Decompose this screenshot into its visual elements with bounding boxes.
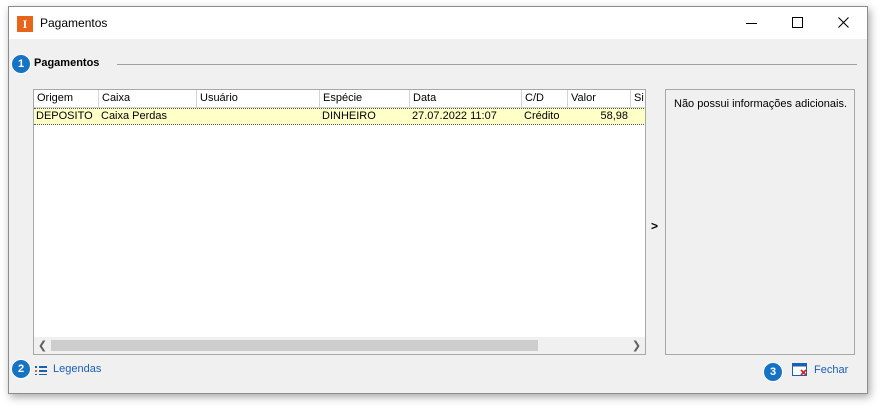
title-bar[interactable]: I Pagamentos (9, 7, 867, 39)
scroll-right-icon[interactable]: ❯ (628, 337, 645, 354)
window-title: Pagamentos (40, 16, 108, 30)
grid-header: Origem Caixa Usuário Espécie Data C/D Va… (34, 90, 645, 108)
cell-origem: DEPOSITO (36, 110, 93, 122)
panel-expander-button[interactable]: > (651, 219, 658, 233)
column-header-valor[interactable]: Valor (568, 90, 631, 107)
minimize-icon (746, 23, 757, 24)
minimize-button[interactable] (729, 7, 775, 39)
cell-especie: DINHEIRO (322, 110, 376, 122)
scroll-left-icon[interactable]: ❮ (34, 337, 51, 354)
additional-info-text: Não possui informações adicionais. (674, 98, 848, 110)
column-header-usuario[interactable]: Usuário (197, 90, 320, 107)
payments-window: I Pagamentos 1 Pagamentos Origem Caixa U… (8, 6, 868, 394)
column-header-si[interactable]: Si (631, 90, 645, 107)
cell-data: 27.07.2022 11:07 (412, 110, 497, 122)
scrollbar-thumb[interactable] (51, 340, 538, 351)
column-header-especie[interactable]: Espécie (320, 90, 410, 107)
column-header-cd[interactable]: C/D (522, 90, 568, 107)
column-header-data[interactable]: Data (410, 90, 522, 107)
maximize-icon (792, 17, 803, 28)
horizontal-scrollbar[interactable]: ❮ ❯ (34, 337, 645, 354)
column-header-origem[interactable]: Origem (34, 90, 99, 107)
payments-grid[interactable]: Origem Caixa Usuário Espécie Data C/D Va… (33, 89, 646, 355)
group-title: Pagamentos (34, 57, 100, 69)
step-badge-2: 2 (11, 359, 31, 379)
table-row[interactable]: DEPOSITO Caixa Perdas DINHEIRO 27.07.202… (34, 108, 645, 125)
group-divider (117, 64, 857, 65)
additional-info-panel: Não possui informações adicionais. (665, 89, 855, 355)
step-badge-3: 3 (763, 362, 783, 382)
maximize-button[interactable] (775, 7, 821, 39)
close-icon (838, 17, 849, 28)
step-badge-1: 1 (11, 54, 31, 74)
close-window-button[interactable] (821, 7, 867, 39)
cell-usuario (197, 109, 320, 124)
legend-list-icon (35, 366, 47, 375)
legend-label: Legendas (53, 363, 102, 375)
app-icon: I (17, 16, 33, 32)
cell-cd: Crédito (524, 110, 560, 122)
close-button[interactable]: Fechar (792, 361, 862, 381)
close-button-label: Fechar (814, 364, 849, 376)
cell-valor: 58,98 (600, 110, 628, 122)
column-header-caixa[interactable]: Caixa (99, 90, 197, 107)
close-window-icon (792, 363, 807, 376)
cell-caixa: Caixa Perdas (101, 110, 168, 122)
